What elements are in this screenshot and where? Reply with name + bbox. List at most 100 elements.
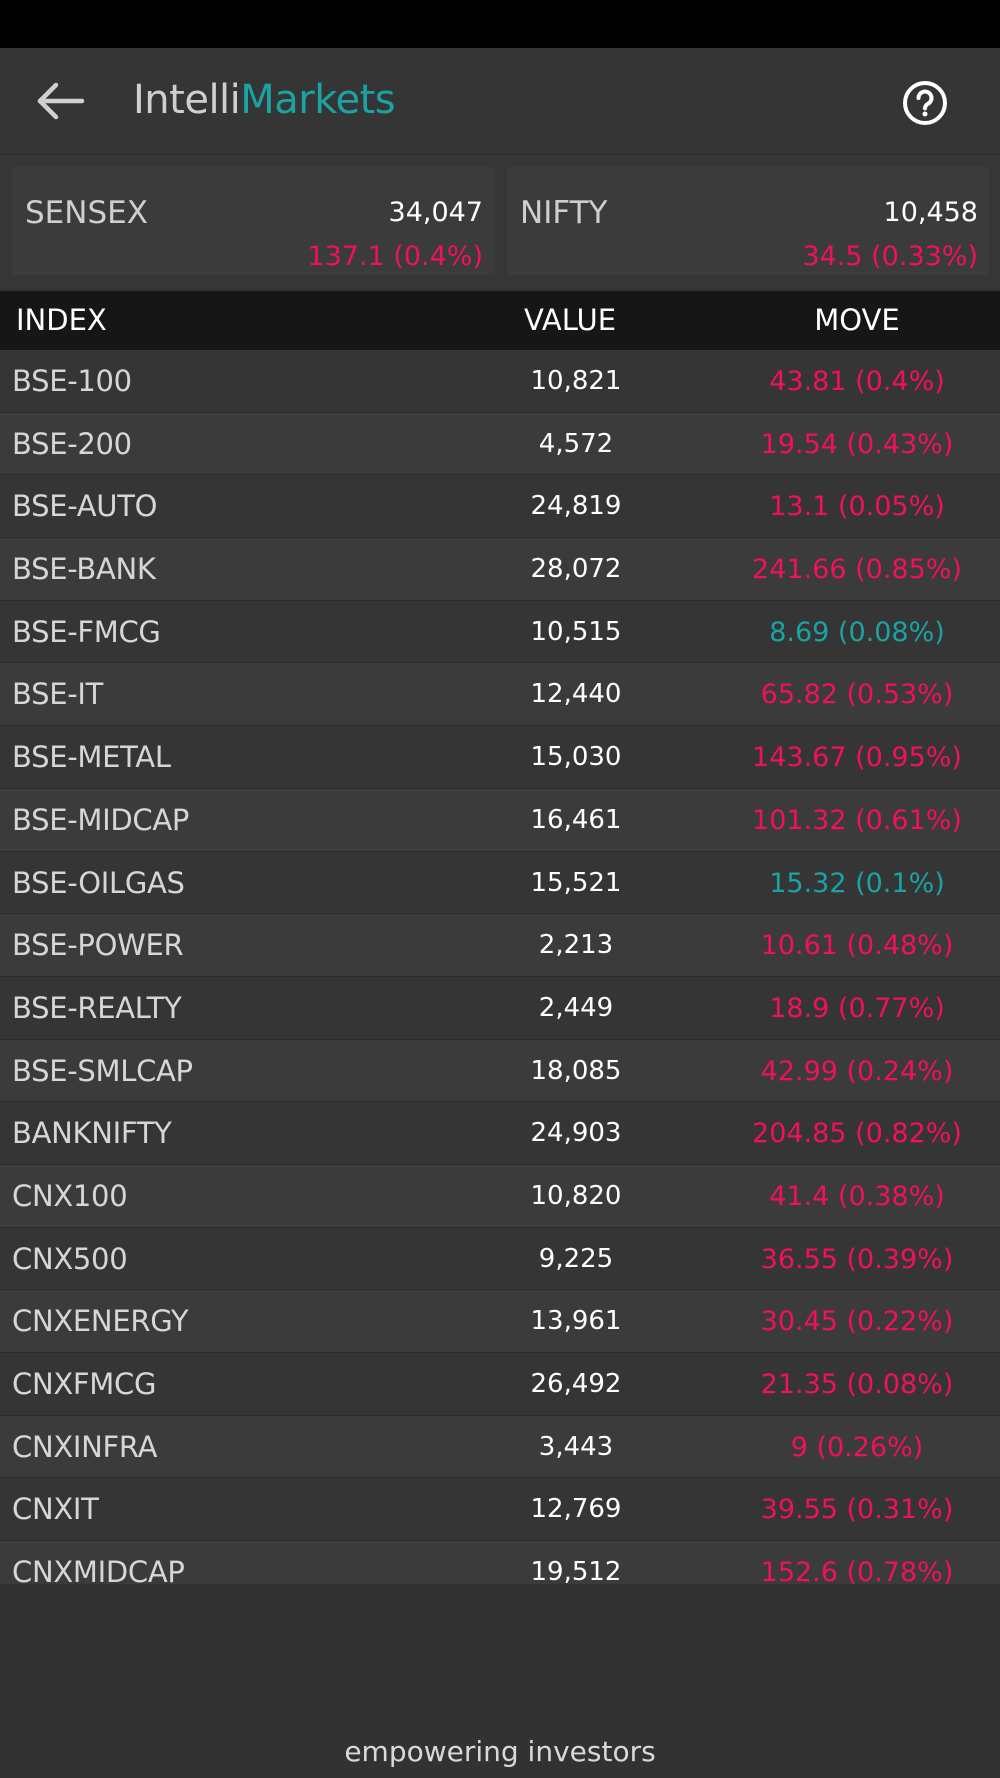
index-move: 39.55 (0.31%) xyxy=(760,1494,954,1526)
index-value: 16,461 xyxy=(530,804,622,835)
back-button[interactable] xyxy=(30,76,90,126)
table-header: INDEX VALUE MOVE xyxy=(0,291,1000,350)
sensex-label: SENSEX xyxy=(25,195,148,231)
index-value: 10,821 xyxy=(530,366,622,396)
index-name: BSE-AUTO xyxy=(12,489,158,524)
table-row[interactable]: BSE-METAL 15,030 143.67 (0.95%) xyxy=(0,726,1000,789)
index-move: 9 (0.26%) xyxy=(790,1431,924,1463)
index-name: BSE-IT xyxy=(12,677,104,712)
help-button[interactable] xyxy=(900,78,950,128)
table-row[interactable]: CNX500 9,225 36.55 (0.39%) xyxy=(0,1227,1000,1291)
table-row[interactable]: BSE-OILGAS 15,521 15.32 (0.1%) xyxy=(0,851,1000,915)
logo-text-intelli: Intelli xyxy=(133,77,241,123)
table-row[interactable]: BSE-FMCG 10,515 8.69 (0.08%) xyxy=(0,600,1000,664)
table-row[interactable]: BSE-SMLCAP 18,085 42.99 (0.24%) xyxy=(0,1039,1000,1103)
index-move: 13.1 (0.05%) xyxy=(769,491,945,523)
index-move: 42.99 (0.24%) xyxy=(760,1055,954,1087)
status-bar xyxy=(0,0,1000,48)
index-name: BSE-BANK xyxy=(12,552,156,587)
index-value: 2,213 xyxy=(538,930,614,961)
index-value: 12,769 xyxy=(530,1494,622,1525)
index-move: 143.67 (0.95%) xyxy=(752,742,962,774)
index-table-body[interactable]: BSE-100 10,821 43.81 (0.4%) BSE-200 4,572 19.… xyxy=(0,350,1000,1584)
index-value: 26,492 xyxy=(530,1369,622,1399)
column-header-index[interactable]: INDEX xyxy=(16,303,107,337)
app-logo: IntelliMarkets xyxy=(133,77,396,123)
index-move: 204.85 (0.82%) xyxy=(752,1118,962,1150)
index-move: 241.66 (0.85%) xyxy=(752,554,962,586)
table-row[interactable]: BSE-REALTY 2,449 18.9 (0.77%) xyxy=(0,976,1000,1040)
table-row[interactable]: BSE-POWER 2,213 10.61 (0.48%) xyxy=(0,914,1000,977)
index-value: 13,961 xyxy=(530,1306,622,1337)
table-row[interactable]: CNXIT 12,769 39.55 (0.31%) xyxy=(0,1478,1000,1542)
table-row[interactable]: BSE-AUTO 24,819 13.1 (0.05%) xyxy=(0,475,1000,539)
index-value: 9,225 xyxy=(538,1243,614,1274)
index-name: CNX500 xyxy=(12,1241,128,1276)
logo-text-markets: Markets xyxy=(240,77,396,123)
table-row[interactable]: BANKNIFTY 24,903 204.85 (0.82%) xyxy=(0,1102,1000,1165)
sensex-move: 137.1 (0.4%) xyxy=(307,241,483,272)
index-value: 2,449 xyxy=(538,992,614,1023)
index-name: CNXINFRA xyxy=(12,1429,158,1464)
index-move: 152.6 (0.78%) xyxy=(760,1557,954,1584)
index-value: 24,819 xyxy=(530,491,622,522)
table-row[interactable]: CNXENERGY 13,961 30.45 (0.22%) xyxy=(0,1290,1000,1353)
nifty-card[interactable]: NIFTY 10,458 34.5 (0.33%) xyxy=(507,167,989,275)
index-value: 24,903 xyxy=(530,1118,622,1149)
sensex-card[interactable]: SENSEX 34,047 137.1 (0.4%) xyxy=(12,167,494,275)
column-header-value[interactable]: VALUE xyxy=(520,303,620,337)
table-row[interactable]: CNXINFRA 3,443 9 (0.26%) xyxy=(0,1415,1000,1479)
question-circle-icon xyxy=(903,81,947,125)
index-move: 21.35 (0.08%) xyxy=(760,1369,954,1400)
index-value: 19,512 xyxy=(530,1557,622,1584)
index-value: 15,030 xyxy=(530,742,622,773)
column-header-move[interactable]: MOVE xyxy=(757,303,957,337)
index-name: CNXENERGY xyxy=(12,1304,189,1339)
index-move: 43.81 (0.4%) xyxy=(769,366,945,397)
index-value: 12,440 xyxy=(530,679,622,710)
index-value: 28,072 xyxy=(530,554,622,585)
index-name: BSE-REALTY xyxy=(12,990,182,1025)
index-name: CNXMIDCAP xyxy=(12,1555,185,1584)
index-name: CNX100 xyxy=(12,1178,128,1213)
index-name: BSE-MIDCAP xyxy=(12,802,190,837)
index-move: 65.82 (0.53%) xyxy=(760,679,954,711)
index-name: BANKNIFTY xyxy=(12,1116,172,1151)
index-name: BSE-100 xyxy=(12,364,132,398)
table-row[interactable]: BSE-200 4,572 19.54 (0.43%) xyxy=(0,412,1000,476)
index-name: BSE-FMCG xyxy=(12,614,161,649)
index-move: 10.61 (0.48%) xyxy=(760,930,954,962)
index-move: 41.4 (0.38%) xyxy=(769,1180,945,1212)
footer-tagline: empowering investors xyxy=(344,1735,656,1768)
index-move: 18.9 (0.77%) xyxy=(769,992,945,1024)
index-move: 101.32 (0.61%) xyxy=(752,804,962,836)
table-row[interactable]: BSE-IT 12,440 65.82 (0.53%) xyxy=(0,663,1000,727)
index-name: BSE-POWER xyxy=(12,928,184,963)
table-row[interactable]: CNXMIDCAP 19,512 152.6 (0.78%) xyxy=(0,1541,1000,1584)
index-move: 15.32 (0.1%) xyxy=(769,867,945,899)
index-move: 19.54 (0.43%) xyxy=(760,428,954,460)
index-name: BSE-METAL xyxy=(12,740,171,775)
nifty-label: NIFTY xyxy=(520,195,608,231)
table-row[interactable]: BSE-BANK 28,072 241.66 (0.85%) xyxy=(0,538,1000,601)
nifty-move: 34.5 (0.33%) xyxy=(802,241,978,272)
index-move: 30.45 (0.22%) xyxy=(760,1306,954,1338)
index-value: 4,572 xyxy=(538,428,614,459)
index-value: 18,085 xyxy=(530,1055,622,1086)
table-row[interactable]: BSE-MIDCAP 16,461 101.32 (0.61%) xyxy=(0,788,1000,852)
index-name: BSE-OILGAS xyxy=(12,865,185,900)
nifty-value: 10,458 xyxy=(883,197,978,228)
table-row[interactable]: BSE-100 10,821 43.81 (0.4%) xyxy=(0,350,1000,413)
sensex-value: 34,047 xyxy=(388,197,483,228)
index-name: BSE-SMLCAP xyxy=(12,1053,193,1088)
index-value: 10,515 xyxy=(530,616,622,647)
table-row[interactable]: CNXFMCG 26,492 21.35 (0.08%) xyxy=(0,1353,1000,1416)
index-value: 3,443 xyxy=(538,1431,614,1462)
index-move: 36.55 (0.39%) xyxy=(760,1243,954,1275)
index-value: 15,521 xyxy=(530,867,622,898)
index-name: BSE-200 xyxy=(12,426,132,461)
index-name: CNXFMCG xyxy=(12,1367,157,1401)
app-bar: IntelliMarkets xyxy=(0,48,1000,155)
index-value: 10,820 xyxy=(530,1180,622,1211)
table-row[interactable]: CNX100 10,820 41.4 (0.38%) xyxy=(0,1164,1000,1228)
